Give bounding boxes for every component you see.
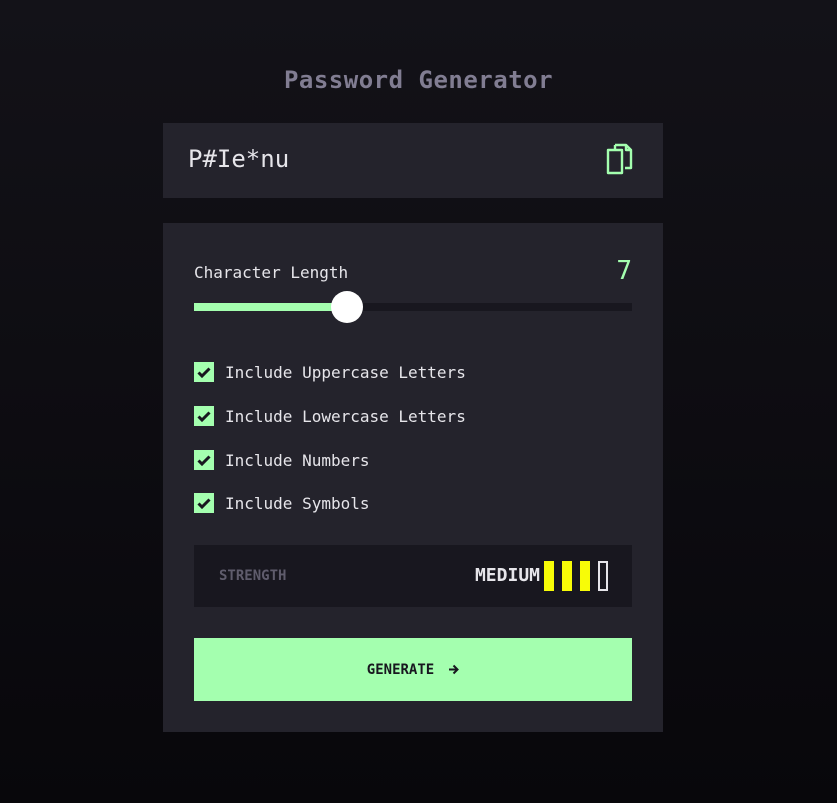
lowercase-checkbox[interactable] (194, 406, 214, 426)
option-label: Include Symbols (225, 493, 370, 513)
strength-value: MEDIUM (474, 565, 540, 586)
numbers-checkbox[interactable] (194, 450, 214, 470)
length-slider[interactable] (194, 291, 632, 323)
option-symbols[interactable]: Include Symbols (194, 493, 370, 513)
strength-bar (580, 561, 590, 591)
check-icon (197, 454, 211, 466)
option-label: Include Uppercase Letters (225, 362, 466, 382)
password-output: P#Ie*nu (163, 123, 663, 198)
symbols-checkbox[interactable] (194, 493, 214, 513)
strength-meter: STRENGTH MEDIUM (194, 545, 632, 607)
strength-bar (562, 561, 572, 591)
slider-fill (194, 303, 348, 311)
generate-button[interactable]: GENERATE (194, 638, 632, 701)
arrow-right-icon (448, 664, 460, 675)
check-icon (197, 497, 211, 509)
length-value: 7 (616, 256, 632, 286)
option-label: Include Numbers (225, 450, 370, 470)
slider-thumb[interactable] (331, 291, 364, 323)
option-lowercase[interactable]: Include Lowercase Letters (194, 406, 466, 426)
check-icon (197, 366, 211, 378)
option-label: Include Lowercase Letters (225, 406, 466, 426)
option-uppercase[interactable]: Include Uppercase Letters (194, 362, 466, 382)
uppercase-checkbox[interactable] (194, 362, 214, 382)
check-icon (197, 410, 211, 422)
copy-button[interactable] (605, 143, 633, 175)
password-text: P#Ie*nu (188, 145, 290, 173)
strength-label: STRENGTH (219, 568, 287, 584)
page-title: Password Generator (283, 66, 554, 94)
option-numbers[interactable]: Include Numbers (194, 450, 370, 470)
length-label: Character Length (194, 263, 349, 282)
settings-panel: Character Length 7 Include Uppercase Let… (163, 223, 663, 732)
copy-icon (606, 143, 633, 175)
strength-bar (598, 561, 608, 591)
strength-bars (544, 561, 608, 591)
strength-bar (544, 561, 554, 591)
generate-label: GENERATE (366, 661, 435, 678)
